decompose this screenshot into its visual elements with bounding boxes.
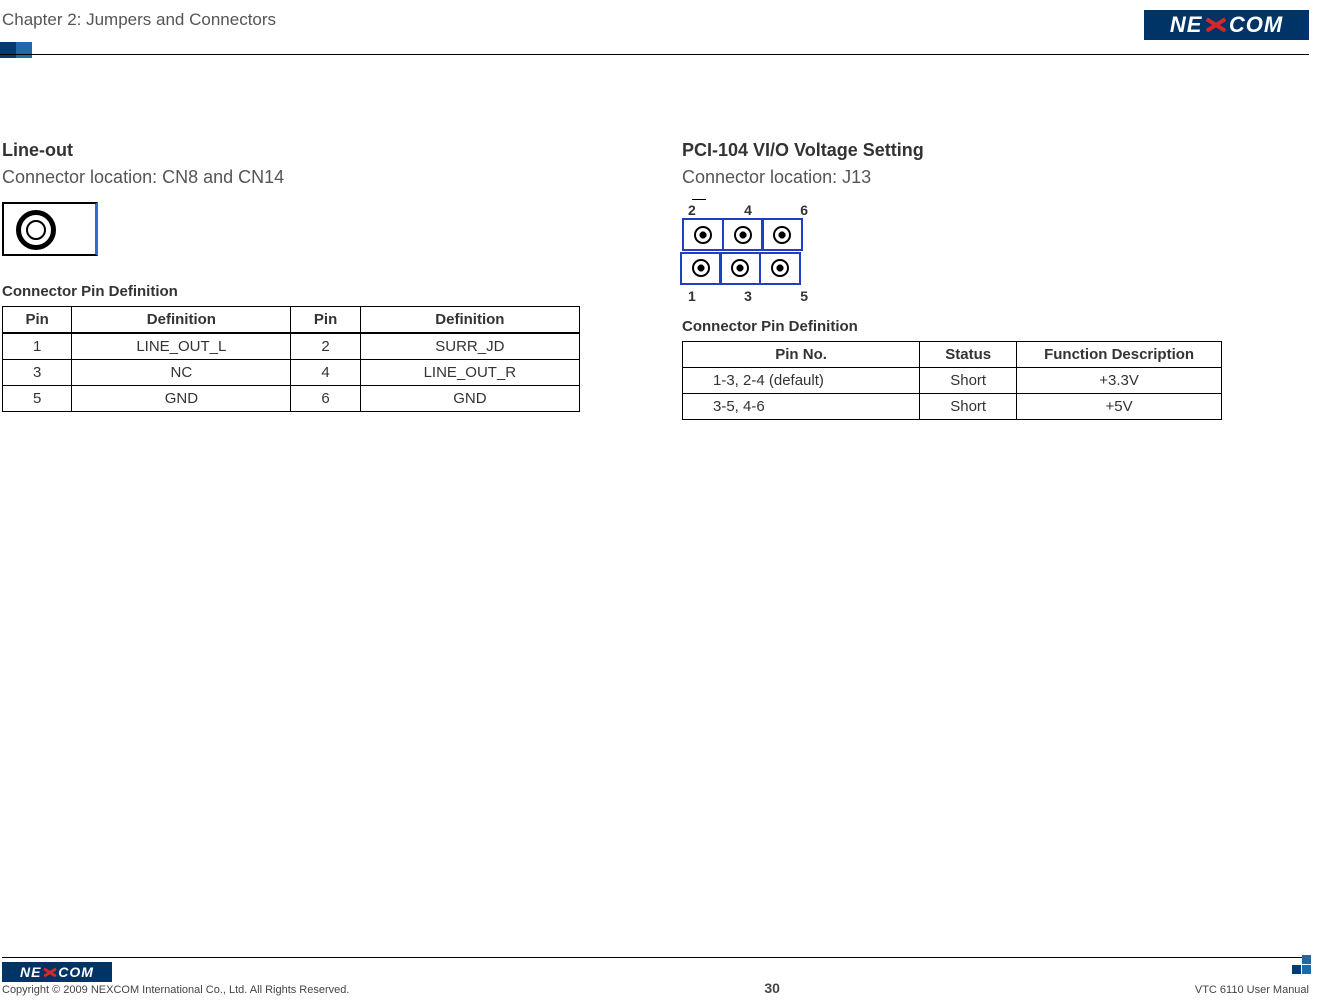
brand-logo-footer: NECOM bbox=[2, 962, 112, 982]
pin-label: 5 bbox=[800, 288, 808, 304]
main-content: Line-out Connector location: CN8 and CN1… bbox=[0, 40, 1329, 420]
line-out-jack-icon bbox=[2, 202, 98, 256]
brand-logo-header: NE COM bbox=[1144, 10, 1309, 40]
cell: GND bbox=[72, 386, 291, 412]
left-column: Line-out Connector location: CN8 and CN1… bbox=[2, 140, 602, 420]
cell: 1-3, 2-4 (default) bbox=[683, 368, 920, 394]
pin-label: 1 bbox=[688, 288, 696, 304]
footer-divider bbox=[2, 957, 1309, 958]
brand-com: COM bbox=[1229, 12, 1283, 38]
line-out-pin-table: Pin Definition Pin Definition 1 LINE_OUT… bbox=[2, 306, 580, 412]
cell: LINE_OUT_R bbox=[360, 360, 579, 386]
cell: Short bbox=[920, 394, 1017, 420]
cell: NC bbox=[72, 360, 291, 386]
jumper-labels-top: 2 4 6 bbox=[688, 202, 808, 218]
line-out-table-label: Connector Pin Definition bbox=[2, 283, 602, 300]
col-definition: Definition bbox=[360, 307, 579, 334]
cell: 3 bbox=[3, 360, 72, 386]
chapter-title: Chapter 2: Jumpers and Connectors bbox=[2, 10, 276, 30]
jumper-grid-icon bbox=[682, 218, 812, 288]
pci104-table: Pin No. Status Function Description 1-3,… bbox=[682, 341, 1222, 420]
pin-label: 4 bbox=[744, 202, 752, 218]
jumper-diagram: 2 4 6 1 3 5 bbox=[682, 202, 824, 304]
jumper-labels-bottom: 1 3 5 bbox=[688, 288, 808, 304]
cell: +3.3V bbox=[1017, 368, 1222, 394]
col-pin: Pin bbox=[3, 307, 72, 334]
table-row: 1-3, 2-4 (default) Short +3.3V bbox=[683, 368, 1222, 394]
cell: 1 bbox=[3, 333, 72, 360]
page-header: Chapter 2: Jumpers and Connectors NE COM bbox=[0, 0, 1329, 40]
cell: SURR_JD bbox=[360, 333, 579, 360]
cell: 4 bbox=[291, 360, 360, 386]
cell: 6 bbox=[291, 386, 360, 412]
right-column: PCI-104 VI/O Voltage Setting Connector l… bbox=[682, 140, 1242, 420]
table-row: 5 GND 6 GND bbox=[3, 386, 580, 412]
col-definition: Definition bbox=[72, 307, 291, 334]
table-row: 3-5, 4-6 Short +5V bbox=[683, 394, 1222, 420]
pci104-location: Connector location: J13 bbox=[682, 167, 1242, 188]
pin-label: 6 bbox=[800, 202, 808, 218]
cell: Short bbox=[920, 368, 1017, 394]
copyright-text: Copyright © 2009 NEXCOM International Co… bbox=[2, 984, 349, 996]
line-out-location: Connector location: CN8 and CN14 bbox=[2, 167, 602, 188]
pci104-title: PCI-104 VI/O Voltage Setting bbox=[682, 140, 1242, 161]
manual-name: VTC 6110 User Manual bbox=[1195, 984, 1309, 996]
table-row: 3 NC 4 LINE_OUT_R bbox=[3, 360, 580, 386]
pin-label: 3 bbox=[744, 288, 752, 304]
cell: LINE_OUT_L bbox=[72, 333, 291, 360]
cell: 3-5, 4-6 bbox=[683, 394, 920, 420]
table-header-row: Pin No. Status Function Description bbox=[683, 342, 1222, 368]
table-header-row: Pin Definition Pin Definition bbox=[3, 307, 580, 334]
cell: GND bbox=[360, 386, 579, 412]
page-number: 30 bbox=[764, 980, 780, 996]
footer-left: NECOM Copyright © 2009 NEXCOM Internatio… bbox=[2, 962, 349, 996]
col-func: Function Description bbox=[1017, 342, 1222, 368]
col-status: Status bbox=[920, 342, 1017, 368]
col-pin: Pin bbox=[291, 307, 360, 334]
cell: 2 bbox=[291, 333, 360, 360]
header-decor-icon bbox=[0, 42, 32, 58]
pci104-table-label: Connector Pin Definition bbox=[682, 318, 1242, 335]
line-out-title: Line-out bbox=[2, 140, 602, 161]
cell: +5V bbox=[1017, 394, 1222, 420]
cell: 5 bbox=[3, 386, 72, 412]
header-divider bbox=[0, 54, 1309, 55]
pin-label: 2 bbox=[688, 202, 696, 218]
brand-ne: NE bbox=[1170, 12, 1203, 38]
footer-decor-icon bbox=[1291, 954, 1311, 974]
page-footer: NECOM Copyright © 2009 NEXCOM Internatio… bbox=[2, 957, 1309, 996]
col-pinno: Pin No. bbox=[683, 342, 920, 368]
table-row: 1 LINE_OUT_L 2 SURR_JD bbox=[3, 333, 580, 360]
